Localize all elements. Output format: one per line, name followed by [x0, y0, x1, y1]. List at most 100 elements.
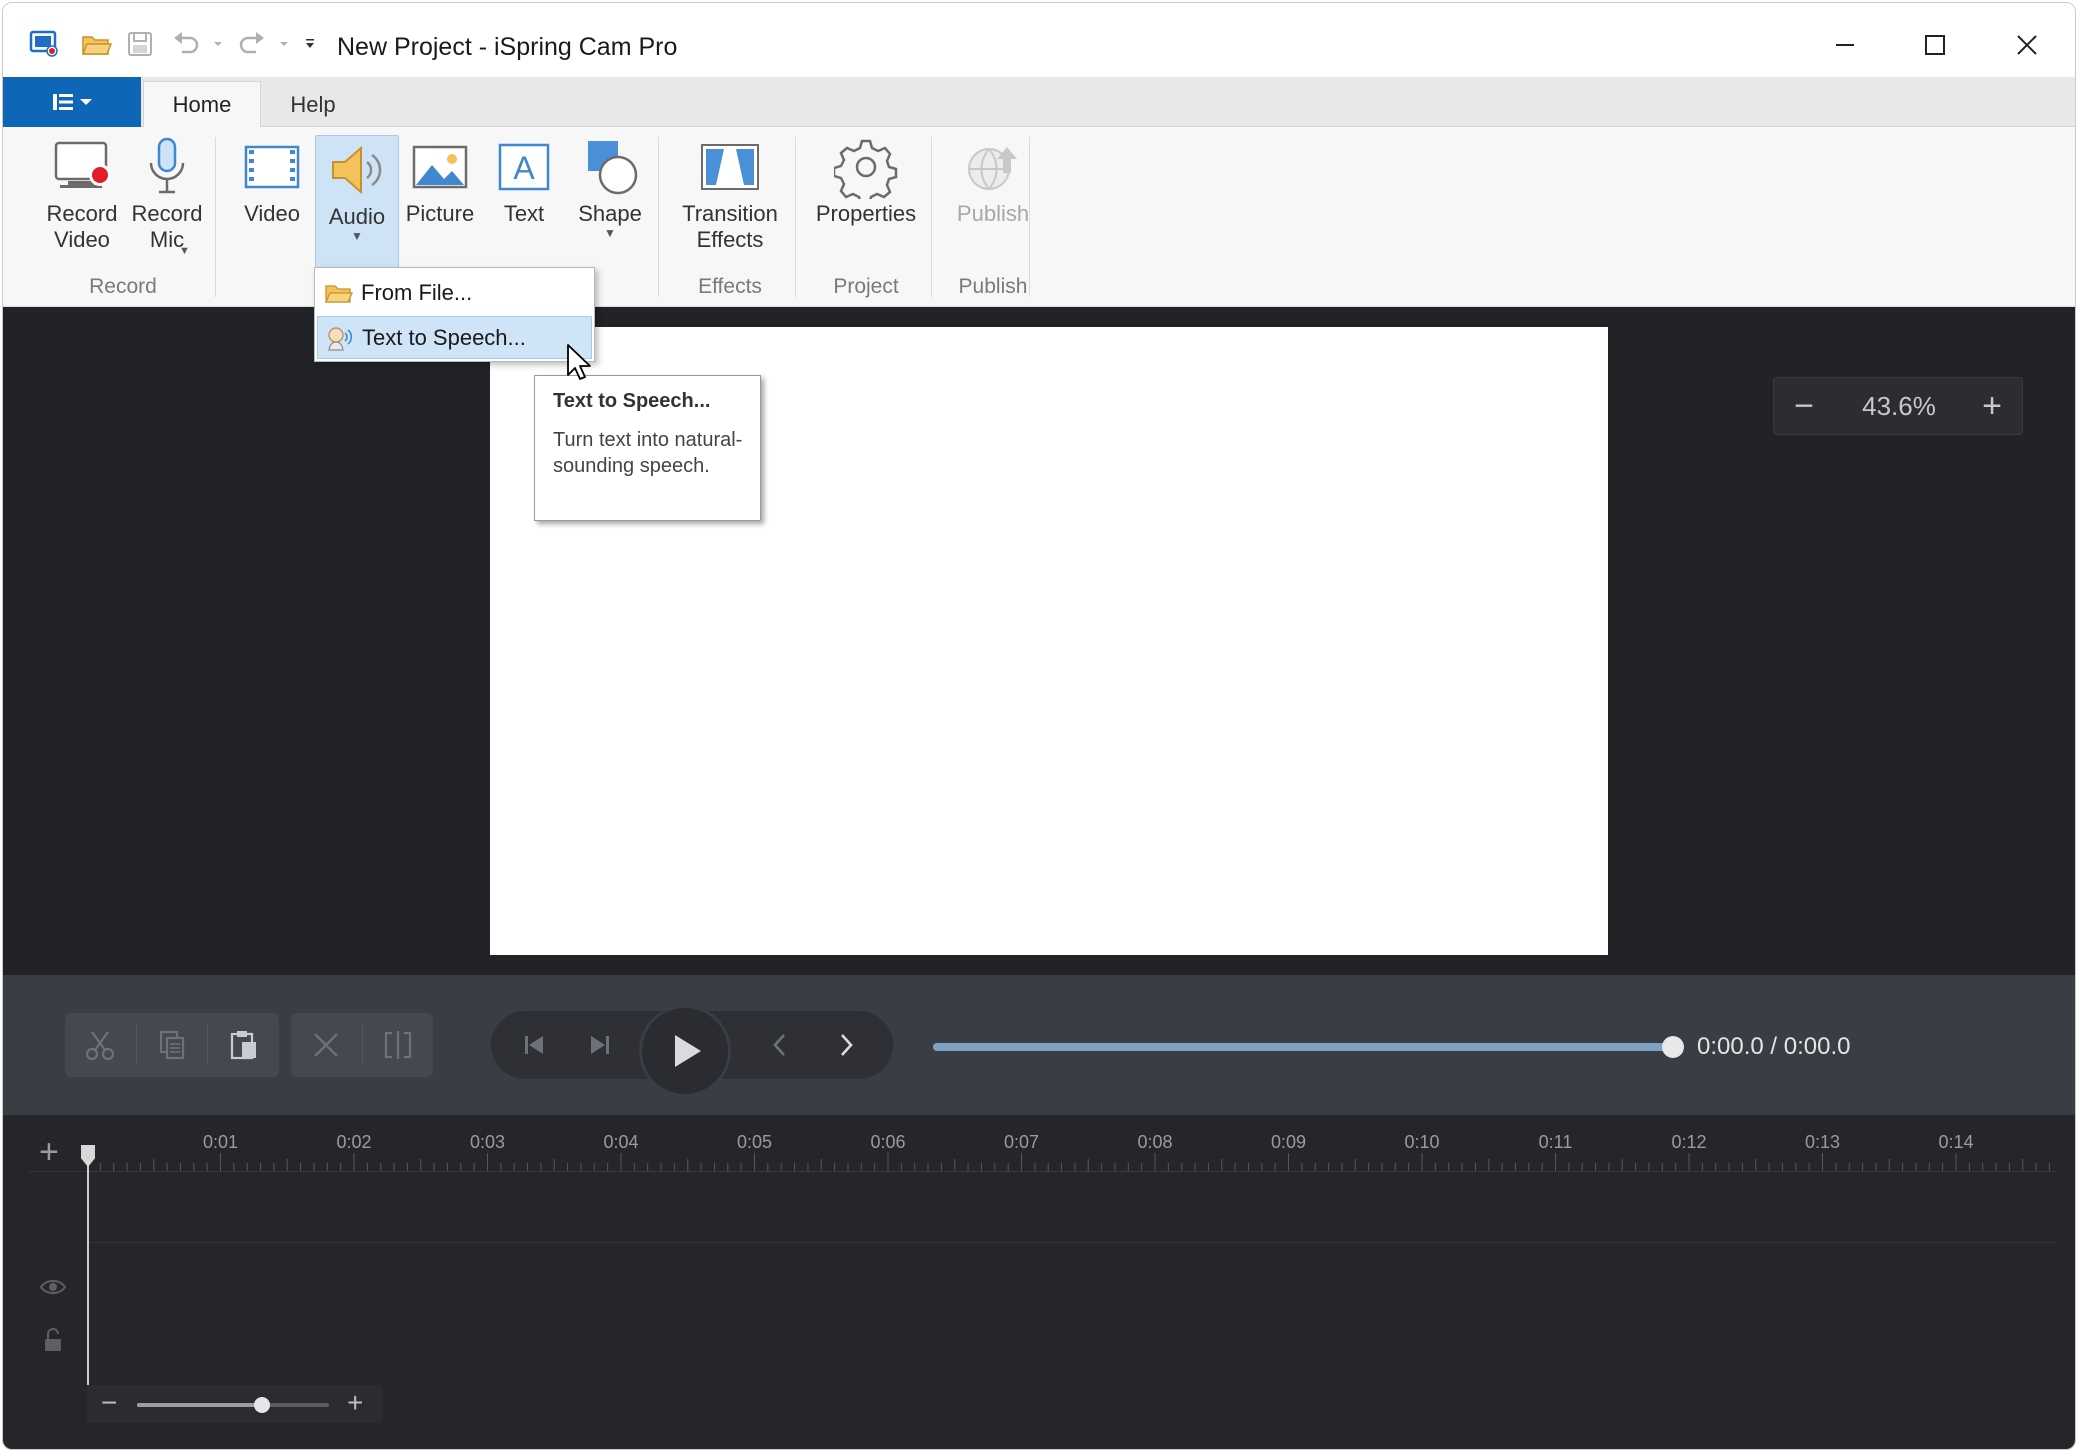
- go-to-start-button[interactable]: [507, 1021, 561, 1069]
- microphone-icon: [149, 137, 185, 194]
- progress-handle[interactable]: [1662, 1036, 1684, 1058]
- unlock-icon[interactable]: [43, 1327, 63, 1353]
- open-folder-icon[interactable]: [77, 25, 115, 63]
- time-readout: 0:00.0 / 0:00.0: [1697, 1033, 1851, 1060]
- timeline-zoom-out-button[interactable]: −: [101, 1387, 117, 1419]
- split-button[interactable]: [363, 1013, 434, 1077]
- transition-effects-button[interactable]: Transition Effects: [671, 133, 789, 253]
- ruler-tick-label: 0:05: [736, 1132, 773, 1152]
- redo-dropdown-icon[interactable]: [275, 25, 293, 63]
- timeline-zoom-fill: [137, 1403, 262, 1407]
- video-button[interactable]: Video: [233, 133, 311, 227]
- publish-button[interactable]: Publish: [943, 133, 1043, 227]
- previous-marker-button[interactable]: [753, 1021, 807, 1069]
- shape-button[interactable]: Shape ▼: [569, 133, 651, 239]
- record-video-label: Record Video: [46, 201, 118, 252]
- paste-icon: [230, 1031, 256, 1060]
- shape-icon: [588, 141, 638, 195]
- menu-item-text-to-speech[interactable]: Text to Speech...: [317, 316, 592, 359]
- zoom-out-button[interactable]: −: [1776, 378, 1832, 434]
- close-button[interactable]: [1995, 21, 2059, 69]
- tooltip: Text to Speech... Turn text into natural…: [534, 375, 761, 521]
- save-icon[interactable]: [121, 25, 159, 63]
- properties-button[interactable]: Properties: [807, 133, 925, 227]
- tooltip-title: Text to Speech...: [553, 390, 711, 412]
- record-mic-button[interactable]: Record Mic: [127, 133, 207, 253]
- record-mic-label: Record Mic: [131, 201, 203, 252]
- video-label: Video: [244, 201, 300, 226]
- text-button[interactable]: A Text: [487, 133, 561, 227]
- eye-icon[interactable]: [39, 1277, 67, 1297]
- minimize-button[interactable]: [1813, 21, 1877, 69]
- ruler-baseline: [87, 1171, 2057, 1172]
- transition-effects-label: Transition Effects: [682, 201, 778, 252]
- ruler-tick-label: 0:08: [1137, 1132, 1173, 1152]
- add-track-button[interactable]: +: [39, 1135, 59, 1169]
- play-button[interactable]: [639, 1005, 731, 1097]
- transport-controls: [491, 1005, 893, 1097]
- ruler-tick-label: 0:01: [202, 1132, 239, 1152]
- zoom-control: − 43.6% +: [1773, 377, 2023, 435]
- chevron-right-icon: [841, 1034, 853, 1056]
- timeline-zoom-handle[interactable]: [253, 1397, 270, 1413]
- text-label: Text: [503, 201, 545, 226]
- zoom-in-button[interactable]: +: [1964, 378, 2020, 434]
- menu-item-from-file[interactable]: From File...: [317, 271, 592, 314]
- tab-home[interactable]: Home: [143, 81, 261, 128]
- timeline-zoom-in-button[interactable]: +: [347, 1387, 363, 1419]
- customize-toolbar-icon[interactable]: [301, 25, 319, 63]
- ruler-tick-label: 0:09: [1270, 1132, 1307, 1152]
- gear-icon: [834, 139, 898, 199]
- group-label-record: Record: [89, 275, 157, 298]
- redo-icon[interactable]: [233, 25, 271, 63]
- preview-stage: − 43.6% +: [3, 307, 2075, 975]
- ruler-tick-label: 0:07: [1003, 1132, 1040, 1152]
- ruler-tick-label: 0:03: [469, 1132, 506, 1152]
- play-icon: [675, 1035, 701, 1067]
- undo-dropdown-icon[interactable]: [209, 25, 227, 63]
- skip-start-icon: [525, 1036, 543, 1054]
- audio-button[interactable]: Audio ▼: [315, 135, 399, 271]
- picture-icon: [412, 145, 468, 189]
- undo-icon[interactable]: [167, 25, 205, 63]
- copy-button[interactable]: [137, 1013, 208, 1077]
- menu-item-label: From File...: [361, 279, 473, 305]
- delete-icon: [314, 1033, 339, 1057]
- tooltip-body: Turn text into natural-sounding speech.: [553, 429, 743, 477]
- text-box-icon: A: [498, 143, 550, 191]
- ruler-tick-label: 0:06: [870, 1132, 906, 1152]
- record-video-button[interactable]: Record Video: [35, 133, 129, 253]
- ribbon-separator: [931, 137, 932, 297]
- picture-button[interactable]: Picture: [401, 133, 479, 227]
- track-header-divider: [29, 1171, 87, 1172]
- transition-effects-icon: [701, 144, 759, 190]
- playback-progress-slider[interactable]: [933, 1036, 1684, 1058]
- app-icon[interactable]: [25, 25, 63, 63]
- delete-button[interactable]: [291, 1013, 362, 1077]
- ruler-tick-label: 0:14: [1938, 1132, 1974, 1152]
- paste-button[interactable]: [208, 1013, 279, 1077]
- ribbon-tabs: Home Help: [3, 77, 2075, 128]
- cut-button[interactable]: [65, 1013, 136, 1077]
- go-to-end-button[interactable]: [573, 1021, 627, 1069]
- group-label-project: Project: [833, 275, 899, 298]
- group-label-publish: Publish: [958, 275, 1028, 298]
- maximize-button[interactable]: [1903, 21, 1967, 69]
- zoom-value: 43.6%: [1862, 390, 1936, 421]
- shape-label: Shape: [578, 201, 642, 226]
- ruler-tick-label: 0:02: [336, 1132, 372, 1152]
- next-marker-button[interactable]: [819, 1021, 873, 1069]
- copy-icon: [159, 1030, 185, 1060]
- publish-label: Publish: [956, 201, 1030, 226]
- clipboard-group: [65, 1013, 279, 1077]
- mouse-pointer-icon: [567, 344, 591, 380]
- file-menu-button[interactable]: [3, 77, 141, 127]
- svg-text:A: A: [513, 150, 535, 186]
- tab-help[interactable]: Help: [265, 81, 361, 128]
- shape-caret-icon: ▼: [604, 226, 616, 240]
- menu-list-icon: [53, 94, 92, 110]
- text-to-speech-icon: [328, 326, 353, 351]
- ribbon-separator: [795, 137, 796, 297]
- timeline-zoom-slider[interactable]: [137, 1397, 329, 1413]
- properties-label: Properties: [815, 201, 917, 226]
